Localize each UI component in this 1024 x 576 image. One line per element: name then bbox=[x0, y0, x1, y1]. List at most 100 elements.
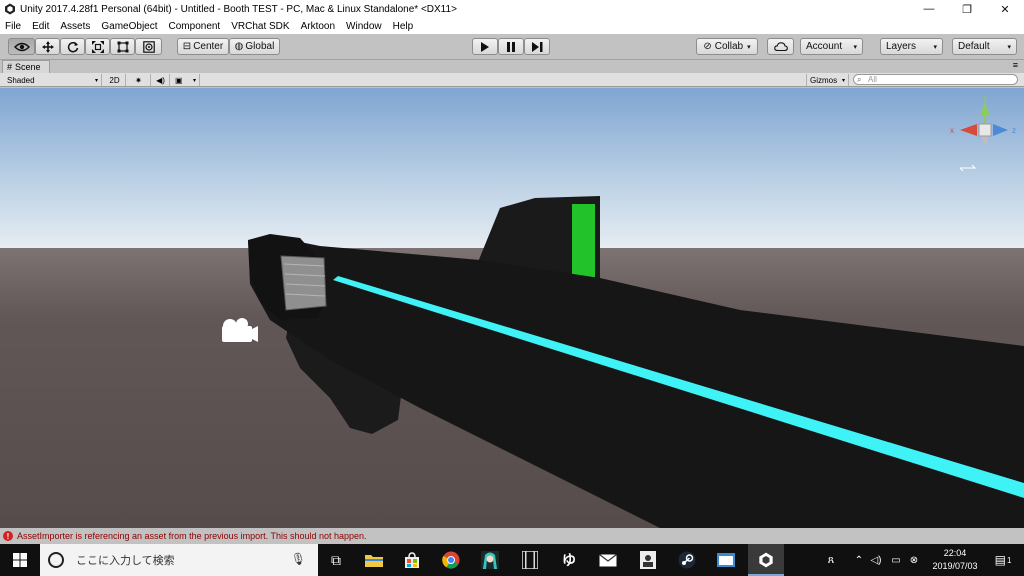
chevron-down-icon: ▾ bbox=[747, 43, 751, 51]
taskbar-clock[interactable]: 22:04 2019/07/03 bbox=[930, 547, 980, 573]
chevron-up-icon: ⌃ bbox=[854, 554, 864, 566]
gizmo-axis-z: z bbox=[1012, 126, 1016, 135]
account-dropdown[interactable]: Account ▾ bbox=[800, 38, 863, 55]
start-button[interactable] bbox=[0, 544, 40, 576]
steam-icon bbox=[678, 551, 696, 569]
main-toolbar: ⊟ Center ◍ Global ⊘ Collab ▾ Account ▾ Layers… bbox=[0, 34, 1024, 60]
microphone-icon[interactable]: 🎙︎ bbox=[291, 552, 306, 566]
gizmos-dropdown[interactable]: Gizmos ▾ bbox=[806, 74, 849, 86]
scene-search-input[interactable]: ⌕ All bbox=[853, 74, 1018, 85]
hand-tool-button[interactable] bbox=[8, 38, 35, 55]
taskbar-chrome[interactable] bbox=[433, 544, 469, 576]
step-button[interactable] bbox=[524, 38, 550, 55]
menu-assets[interactable]: Assets bbox=[60, 21, 90, 32]
panel-menu-icon[interactable]: ≡ bbox=[1013, 60, 1018, 70]
error-icon: ! bbox=[3, 531, 13, 541]
hiragana-app-icon: ゆ bbox=[562, 552, 576, 568]
mode-2d-toggle[interactable]: 2D bbox=[104, 74, 126, 86]
menu-help[interactable]: Help bbox=[393, 21, 414, 32]
step-icon bbox=[531, 41, 542, 52]
clock-time: 22:04 bbox=[943, 548, 967, 558]
image-icon: ▣ bbox=[175, 75, 183, 85]
scene-render: y x z bbox=[0, 88, 1024, 528]
windows-logo-icon bbox=[13, 553, 27, 567]
contact-card-icon bbox=[640, 551, 656, 569]
layers-dropdown[interactable]: Layers ▾ bbox=[880, 38, 943, 55]
pivot-center-toggle[interactable]: ⊟ Center bbox=[177, 38, 229, 55]
move-arrows-icon bbox=[41, 40, 54, 53]
cloud-button[interactable] bbox=[767, 38, 794, 55]
menu-edit[interactable]: Edit bbox=[32, 21, 49, 32]
clock-date: 2019/07/03 bbox=[932, 561, 978, 571]
notification-count: 1 bbox=[1006, 555, 1012, 565]
menu-file[interactable]: File bbox=[5, 21, 21, 32]
taskbar-app-miku[interactable] bbox=[472, 544, 508, 576]
store-bag-icon bbox=[405, 552, 419, 568]
layout-dropdown[interactable]: Default ▾ bbox=[952, 38, 1017, 55]
speaker-icon: ◀) bbox=[156, 75, 165, 85]
network-button[interactable]: ▭ bbox=[888, 544, 904, 576]
play-icon bbox=[481, 41, 489, 52]
chevron-down-icon: ▾ bbox=[933, 43, 937, 51]
taskbar-store[interactable] bbox=[394, 544, 430, 576]
rotate-tool-button[interactable] bbox=[60, 38, 85, 55]
hash-icon: # bbox=[7, 62, 13, 72]
people-button[interactable]: ጸ bbox=[822, 544, 840, 576]
rect-transform-icon bbox=[117, 41, 128, 52]
lighting-toggle[interactable]: ✷ bbox=[127, 74, 151, 86]
taskbar-jp-app[interactable]: ゆ bbox=[551, 544, 587, 576]
taskbar-search-input[interactable]: ここに入力して検索 🎙︎ bbox=[40, 544, 318, 576]
effects-dropdown[interactable]: ▣ ▾ bbox=[172, 74, 200, 86]
transform-combined-icon bbox=[142, 40, 155, 53]
taskbar-steam[interactable] bbox=[669, 544, 705, 576]
pivot-icon: ⊟ bbox=[182, 41, 192, 52]
chevron-down-icon: ▾ bbox=[841, 77, 845, 84]
tab-scene[interactable]: # Scene bbox=[2, 60, 50, 73]
close-button[interactable]: ✕ bbox=[986, 0, 1024, 18]
folder-icon bbox=[365, 555, 383, 567]
scene-tab-bar: # Scene ≡ bbox=[0, 60, 1024, 73]
minimize-button[interactable]: — bbox=[910, 0, 948, 18]
taskbar-window-app[interactable] bbox=[708, 544, 744, 576]
task-view-button[interactable]: ⧉ bbox=[318, 544, 354, 576]
menu-window[interactable]: Window bbox=[346, 21, 382, 32]
maximize-button[interactable]: ❐ bbox=[948, 0, 986, 18]
menu-bar: File Edit Assets GameObject Component VR… bbox=[0, 18, 1024, 34]
action-center-button[interactable]: ▤ 1 bbox=[988, 544, 1018, 576]
window-app-icon bbox=[717, 553, 735, 567]
collab-icon: ⊘ bbox=[703, 41, 712, 52]
gizmo-axis-y: y bbox=[983, 93, 987, 102]
collab-dropdown[interactable]: ⊘ Collab ▾ bbox=[696, 38, 758, 55]
pause-button[interactable] bbox=[498, 38, 524, 55]
move-tool-button[interactable] bbox=[35, 38, 60, 55]
audio-toggle[interactable]: ◀) bbox=[152, 74, 170, 86]
transform-tool-button[interactable] bbox=[135, 38, 162, 55]
sun-icon: ✷ bbox=[135, 75, 142, 85]
window-title: Unity 2017.4.28f1 Personal (64bit) - Unt… bbox=[20, 3, 457, 15]
ime-status-button[interactable]: ⊗ bbox=[906, 544, 922, 576]
taskbar-video-app[interactable] bbox=[512, 544, 548, 576]
menu-arktoon[interactable]: Arktoon bbox=[301, 21, 335, 32]
taskbar-unity[interactable] bbox=[748, 544, 784, 576]
chevron-down-icon: ▾ bbox=[192, 77, 196, 84]
scene-viewport[interactable]: y x z bbox=[0, 88, 1024, 528]
gizmo-axis-x: x bbox=[950, 126, 954, 135]
menu-gameobject[interactable]: GameObject bbox=[101, 21, 157, 32]
taskbar-contacts[interactable] bbox=[630, 544, 666, 576]
tray-overflow-button[interactable]: ⌃ bbox=[852, 544, 866, 576]
scale-tool-button[interactable] bbox=[85, 38, 110, 55]
volume-button[interactable]: ◁) bbox=[868, 544, 884, 576]
character-app-icon bbox=[481, 551, 499, 569]
network-icon: ▭ bbox=[891, 554, 901, 566]
taskbar-file-explorer[interactable] bbox=[356, 544, 392, 576]
rect-tool-button[interactable] bbox=[110, 38, 135, 55]
shading-mode-dropdown[interactable]: Shaded ▾ bbox=[4, 74, 102, 86]
film-strip-icon bbox=[522, 551, 538, 569]
taskbar-mail[interactable] bbox=[590, 544, 626, 576]
console-status-bar[interactable]: ! AssetImporter is referencing an asset … bbox=[0, 528, 1024, 544]
play-button[interactable] bbox=[472, 38, 498, 55]
status-message: AssetImporter is referencing an asset fr… bbox=[17, 531, 367, 541]
pivot-global-toggle[interactable]: ◍ Global bbox=[229, 38, 280, 55]
menu-component[interactable]: Component bbox=[169, 21, 221, 32]
menu-vrchat-sdk[interactable]: VRChat SDK bbox=[231, 21, 289, 32]
